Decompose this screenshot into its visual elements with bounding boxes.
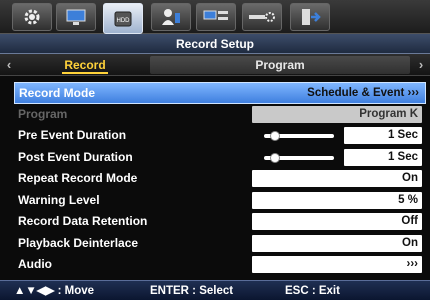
row-playback-deinterlace[interactable]: Playback Deinterlace On (14, 233, 426, 255)
top-menu-bar: HDD (0, 0, 430, 34)
row-label: Warning Level (18, 192, 100, 207)
row-label: Program (18, 106, 68, 121)
row-label: Pre Event Duration (18, 128, 127, 142)
tab-display[interactable] (56, 3, 96, 31)
device-settings-icon (249, 12, 275, 22)
settings-list: Record Mode Schedule & Event ››› Program… (14, 82, 426, 276)
slider-knob[interactable] (270, 131, 280, 141)
exit-icon (302, 9, 321, 25)
row-label: Record Data Retention (18, 214, 148, 228)
post-event-value[interactable]: 1 Sec (344, 148, 422, 166)
slider-knob[interactable] (270, 152, 280, 163)
user-icon (162, 9, 180, 25)
retention-value[interactable]: Off (252, 213, 422, 230)
tab-network[interactable] (196, 3, 236, 31)
row-label: Record Mode (19, 86, 96, 100)
pre-event-value[interactable]: 1 Sec (344, 127, 422, 144)
tab-record-sub[interactable]: Record (20, 56, 150, 74)
row-label: Post Event Duration (18, 149, 133, 164)
tab-user[interactable] (151, 3, 191, 31)
row-program: Program Program K (14, 104, 426, 126)
program-value: Program K (252, 105, 422, 123)
row-repeat-record-mode[interactable]: Repeat Record Mode On (14, 168, 426, 190)
row-audio[interactable]: Audio ››› (14, 254, 426, 276)
tab-system[interactable] (12, 3, 52, 31)
gear-icon (24, 9, 40, 25)
repeat-record-value[interactable]: On (252, 170, 422, 187)
tab-program[interactable]: Program (150, 56, 410, 74)
audio-value[interactable]: ››› (252, 256, 422, 273)
svg-text:HDD: HDD (117, 18, 131, 24)
chevron-right-icon[interactable]: › (412, 54, 430, 76)
help-footer: ▲▼◀▶ : Move ENTER : Select ESC : Exit (0, 280, 430, 300)
page-title: Record Setup (0, 34, 430, 54)
warning-level-value[interactable]: 5 % (252, 191, 422, 209)
row-label: Audio (18, 257, 52, 271)
row-record-data-retention[interactable]: Record Data Retention Off (14, 211, 426, 233)
deinterlace-value[interactable]: On (252, 234, 422, 252)
tab-exit[interactable] (290, 3, 330, 31)
row-post-event-duration[interactable]: Post Event Duration 1 Sec (14, 147, 426, 169)
hdd-icon: HDD (114, 11, 132, 26)
move-hint: ▲▼◀▶ : Move (14, 285, 95, 297)
monitor-icon (66, 9, 86, 25)
row-warning-level[interactable]: Warning Level 5 % (14, 190, 426, 212)
network-icon (203, 10, 228, 20)
row-record-mode[interactable]: Record Mode Schedule & Event ››› (14, 82, 426, 104)
record-mode-value[interactable]: Schedule & Event ››› (253, 85, 423, 102)
sub-tab-bar: ‹ Record Program › (0, 54, 430, 76)
row-pre-event-duration[interactable]: Pre Event Duration 1 Sec (14, 125, 426, 147)
post-event-slider[interactable] (264, 152, 334, 163)
row-label: Repeat Record Mode (18, 171, 138, 185)
pre-event-slider[interactable] (264, 131, 334, 141)
tab-device[interactable] (242, 3, 282, 31)
row-label: Playback Deinterlace (18, 235, 139, 250)
select-hint: ENTER : Select (150, 285, 234, 297)
exit-hint: ESC : Exit (285, 285, 340, 297)
tab-record[interactable]: HDD (103, 3, 143, 34)
chevron-left-icon[interactable]: ‹ (0, 54, 18, 76)
